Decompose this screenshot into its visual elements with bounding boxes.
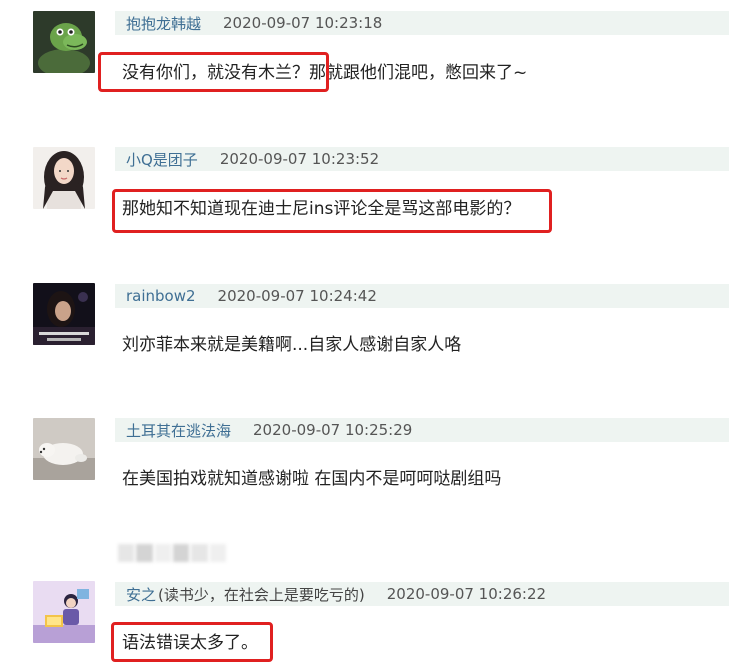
author-note: (读书少，在社会上是要吃亏的) [158,585,365,604]
comment-text: 刘亦菲本来就是美籍啊...自家人感谢自家人咯 [122,335,462,355]
green-dinosaur-icon[interactable] [33,11,95,73]
film-still-icon[interactable] [33,283,95,345]
author-link[interactable]: 小Q是团子 [115,149,198,170]
white-dog-icon[interactable] [33,418,95,480]
comment-meta-bar: 小Q是团子 2020-09-07 10:23:52 [115,147,729,171]
author-link[interactable]: 土耳其在逃法海 [115,420,231,441]
highlight-box [112,189,552,233]
timestamp: 2020-09-07 10:26:22 [386,585,547,603]
timestamp: 2020-09-07 10:23:18 [223,14,383,32]
comment-meta-bar: 土耳其在逃法海 2020-09-07 10:25:29 [115,418,729,442]
redacted-text [118,544,226,562]
girl-portrait-icon[interactable] [33,147,95,209]
comment-meta-bar: 抱抱龙韩越 2020-09-07 10:23:18 [115,11,729,35]
reading-girl-illustration-icon[interactable] [33,581,95,643]
author-link[interactable]: 安之 [115,584,156,605]
author-link[interactable]: 抱抱龙韩越 [115,13,201,34]
comment-meta-bar: rainbow2 2020-09-07 10:24:42 [115,284,729,308]
highlight-box [111,622,273,662]
highlight-box [98,52,329,92]
author-link[interactable]: rainbow2 [115,287,196,305]
comment-text: 在美国拍戏就知道感谢啦 在国内不是呵呵哒剧组吗 [122,469,502,489]
timestamp: 2020-09-07 10:23:52 [219,150,380,168]
comment-feed: 抱抱龙韩越 2020-09-07 10:23:18 没有你们，就没有木兰？那就跟… [0,0,729,669]
comment-meta-bar: 安之 (读书少，在社会上是要吃亏的) 2020-09-07 10:26:22 [115,582,729,606]
timestamp: 2020-09-07 10:24:42 [217,287,377,305]
timestamp: 2020-09-07 10:25:29 [253,421,413,439]
